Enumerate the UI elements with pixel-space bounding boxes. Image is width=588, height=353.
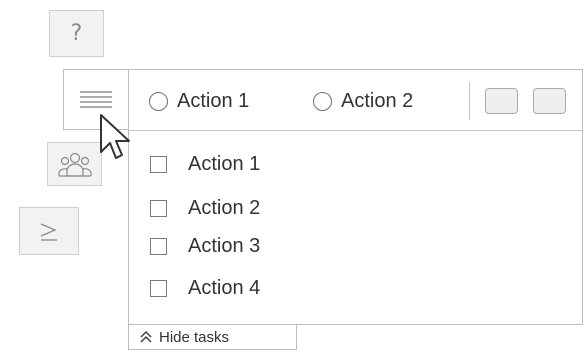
toolbar-square-button-2[interactable] bbox=[533, 88, 566, 114]
terminal-button[interactable] bbox=[19, 207, 79, 255]
radio-label: Action 1 bbox=[177, 89, 250, 112]
task-label: Action 4 bbox=[188, 276, 261, 299]
panel-toolbar: Action 1 Action 2 bbox=[129, 70, 582, 131]
task-item-action-3[interactable]: Action 3 bbox=[150, 234, 260, 258]
task-checkbox[interactable] bbox=[150, 237, 167, 255]
command-prompt-icon bbox=[40, 223, 57, 241]
double-chevron-up-icon bbox=[140, 330, 152, 343]
help-button[interactable]: ? bbox=[49, 10, 104, 57]
radio-label: Action 2 bbox=[341, 89, 414, 112]
task-item-action-2[interactable]: Action 2 bbox=[150, 196, 260, 220]
radio-button[interactable] bbox=[313, 91, 332, 111]
actions-panel: Action 1 Action 2 Action 1 Action 2 Acti… bbox=[128, 69, 583, 325]
hide-tasks-button[interactable]: Hide tasks bbox=[128, 325, 297, 350]
task-checkbox[interactable] bbox=[150, 199, 167, 217]
radio-button[interactable] bbox=[149, 91, 168, 111]
radio-option-action-1[interactable]: Action 1 bbox=[149, 90, 249, 112]
task-item-action-1[interactable]: Action 1 bbox=[150, 152, 260, 176]
task-checkbox[interactable] bbox=[150, 155, 167, 173]
radio-option-action-2[interactable]: Action 2 bbox=[313, 90, 413, 112]
people-button[interactable] bbox=[47, 142, 102, 186]
toolbar-divider bbox=[469, 82, 470, 120]
question-mark-icon: ? bbox=[70, 20, 83, 46]
task-label: Action 2 bbox=[188, 196, 261, 219]
task-label: Action 3 bbox=[188, 234, 261, 257]
task-label: Action 1 bbox=[188, 152, 261, 175]
mouse-pointer-icon bbox=[100, 114, 130, 159]
toolbar-square-button-1[interactable] bbox=[485, 88, 518, 114]
task-checkbox[interactable] bbox=[150, 279, 167, 297]
people-group-icon bbox=[57, 152, 92, 177]
task-item-action-4[interactable]: Action 4 bbox=[150, 276, 260, 300]
hide-tasks-label: Hide tasks bbox=[159, 328, 230, 346]
